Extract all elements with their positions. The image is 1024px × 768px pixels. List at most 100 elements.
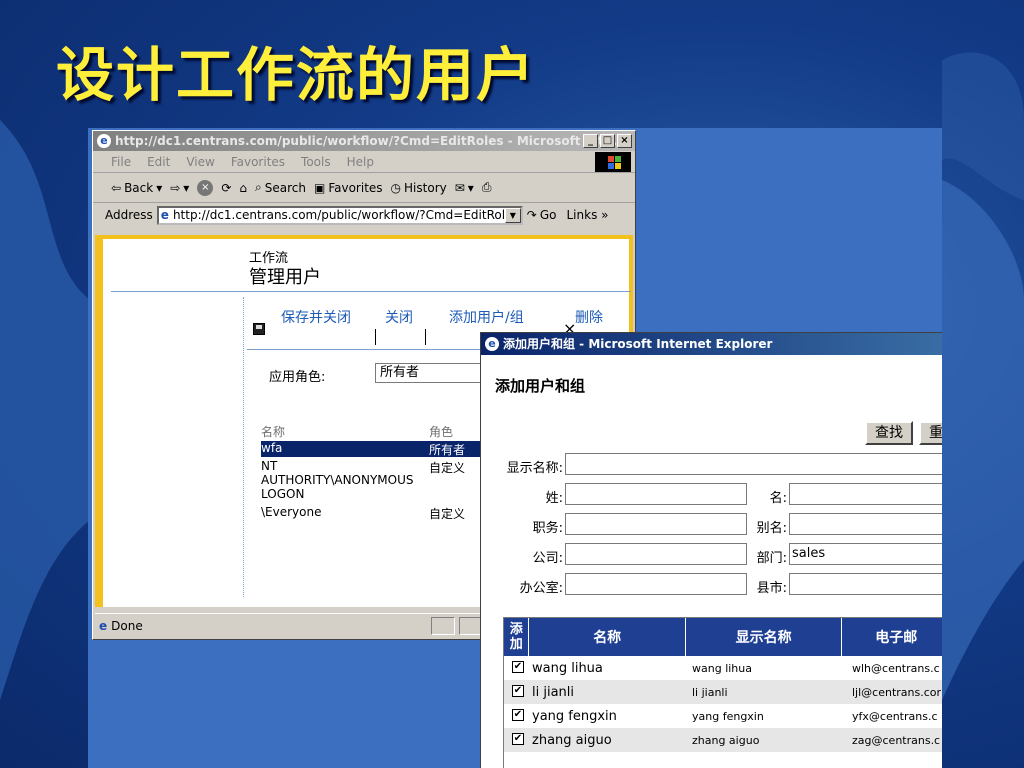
menu-favorites[interactable]: Favorites	[231, 155, 285, 169]
menu-view[interactable]: View	[186, 155, 214, 169]
left-border	[95, 239, 103, 607]
reset-button[interactable]: 重	[919, 421, 942, 445]
job-input[interactable]	[565, 513, 747, 535]
role-header: 角色	[429, 425, 454, 439]
search-icon: ⌕	[255, 180, 262, 194]
header-add: 添加	[504, 618, 530, 656]
save-icon[interactable]	[253, 323, 265, 335]
city-label: 县市:	[756, 581, 787, 596]
table-row[interactable]: ✔ wang lihua wang lihua wlh@centrans.c	[504, 656, 942, 680]
alias-input[interactable]	[789, 513, 942, 535]
cursor-bar	[375, 329, 376, 345]
stop-icon: ×	[197, 179, 214, 196]
mail-icon: ✉	[454, 180, 465, 195]
job-label: 职务:	[532, 521, 563, 536]
forward-button[interactable]: ⇨ ▾	[170, 181, 189, 195]
city-input[interactable]	[789, 573, 942, 595]
add-user-group-link[interactable]: 添加用户/组	[449, 307, 524, 327]
stop-button[interactable]: ×	[197, 179, 214, 196]
print-button[interactable]: ⎙	[482, 180, 492, 195]
close-link[interactable]: 关闭	[385, 307, 413, 327]
favorites-button[interactable]: ▣ Favorites	[314, 181, 383, 195]
header-name: 名称	[529, 618, 686, 656]
table-row[interactable]: ✔ li jianli li jianli ljl@centrans.cor	[504, 680, 942, 704]
results-header: 添加 名称 显示名称 电子邮	[504, 618, 942, 656]
address-bar: Address e http://dc1.centrans.com/public…	[93, 203, 635, 227]
office-label: 办公室:	[519, 581, 563, 596]
menu-file[interactable]: File	[111, 155, 131, 169]
role-label: 应用角色:	[269, 370, 326, 385]
go-button[interactable]: ↷ Go	[527, 208, 557, 222]
address-input[interactable]: e http://dc1.centrans.com/public/workflo…	[156, 205, 523, 225]
header-email: 电子邮	[875, 630, 918, 646]
department-label: 部门:	[756, 551, 787, 566]
table-row[interactable]: ✔ yang fengxin yang fengxin yfx@centrans…	[504, 704, 942, 728]
menu-help[interactable]: Help	[347, 155, 374, 169]
menubar: File Edit View Favorites Tools Help	[93, 151, 635, 173]
add-checkbox[interactable]: ✔	[512, 661, 524, 673]
address-dropdown-icon[interactable]: ▼	[504, 207, 521, 223]
delete-link[interactable]: 删除	[575, 307, 603, 327]
save-close-link[interactable]: 保存并关闭	[281, 307, 351, 327]
dialog-titlebar[interactable]: e 添加用户和组 - Microsoft Internet Explorer	[481, 333, 942, 355]
home-icon: ⌂	[239, 180, 248, 195]
status-cell	[431, 616, 456, 635]
display-name-label: 显示名称:	[506, 461, 563, 476]
results-table: 添加 名称 显示名称 电子邮 ✔ wang lihua wang lihua w…	[503, 617, 942, 768]
divider	[111, 291, 631, 292]
toolbar: ⇦ Back ▾ ⇨ ▾ × ⟳ ⌂ ⌕ Search ▣ Favorites ◷ Hi…	[93, 173, 635, 203]
slide-title: 设计工作流的用户	[56, 41, 537, 109]
ie-icon: e	[485, 337, 499, 351]
add-checkbox[interactable]: ✔	[512, 709, 524, 721]
browser-title: http://dc1.centrans.com/public/workflow/…	[115, 134, 618, 148]
company-label: 公司:	[532, 551, 563, 566]
add-checkbox[interactable]: ✔	[512, 733, 524, 745]
status-text: Done	[111, 618, 143, 633]
forward-arrow-icon: ⇨	[170, 180, 181, 195]
given-name-label: 名:	[769, 491, 787, 506]
address-label: Address	[105, 208, 153, 222]
ie-icon: e	[97, 134, 111, 148]
company-input[interactable]	[565, 543, 747, 565]
maximize-button[interactable]: □	[600, 134, 615, 148]
name-header: 名称	[261, 425, 286, 439]
home-button[interactable]: ⌂	[239, 181, 247, 195]
page-title: 管理用户	[249, 267, 321, 288]
screenshot-frame: e http://dc1.centrans.com/public/workflo…	[88, 128, 942, 768]
links-button[interactable]: Links »	[567, 208, 609, 222]
surname-input[interactable]	[565, 483, 747, 505]
department-input[interactable]: sales	[789, 543, 942, 565]
go-arrow-icon: ↷	[526, 208, 537, 222]
vertical-divider	[243, 297, 244, 597]
cursor-bar-2	[425, 329, 426, 345]
add-checkbox[interactable]: ✔	[512, 685, 524, 697]
mail-button[interactable]: ✉ ▾	[455, 181, 474, 195]
header-display-name: 显示名称	[686, 618, 843, 656]
windows-logo-icon	[595, 152, 631, 172]
office-input[interactable]	[565, 573, 747, 595]
add-users-dialog: e 添加用户和组 - Microsoft Internet Explorer 添…	[480, 332, 942, 768]
refresh-icon: ⟳	[221, 180, 232, 195]
list-item[interactable]: NT AUTHORITY\ANONYMOUS LOGON	[261, 459, 431, 501]
minimize-button[interactable]: _	[583, 134, 598, 148]
close-button[interactable]: ×	[617, 134, 632, 148]
page-icon: e	[160, 208, 169, 222]
favorites-icon: ▣	[313, 180, 326, 195]
surname-label: 姓:	[545, 491, 563, 506]
table-row[interactable]: ✔ zhang aiguo zhang aiguo zag@centrans.c	[504, 728, 942, 752]
page-status-icon: e	[99, 618, 108, 633]
display-name-input[interactable]	[565, 453, 942, 475]
history-icon: ◷	[390, 180, 402, 195]
print-icon: ⎙	[481, 180, 492, 194]
menu-edit[interactable]: Edit	[147, 155, 170, 169]
browser-titlebar[interactable]: e http://dc1.centrans.com/public/workflo…	[93, 131, 635, 151]
refresh-button[interactable]: ⟳	[221, 181, 231, 195]
back-arrow-icon: ⇦	[111, 180, 122, 195]
search-button[interactable]: ⌕ Search	[255, 180, 306, 195]
dialog-title: 添加用户和组 - Microsoft Internet Explorer	[503, 337, 773, 351]
find-button[interactable]: 查找	[865, 421, 913, 445]
given-name-input[interactable]	[789, 483, 942, 505]
back-button[interactable]: ⇦ Back ▾	[111, 181, 162, 195]
menu-tools[interactable]: Tools	[301, 155, 331, 169]
history-button[interactable]: ◷ History	[391, 181, 447, 195]
